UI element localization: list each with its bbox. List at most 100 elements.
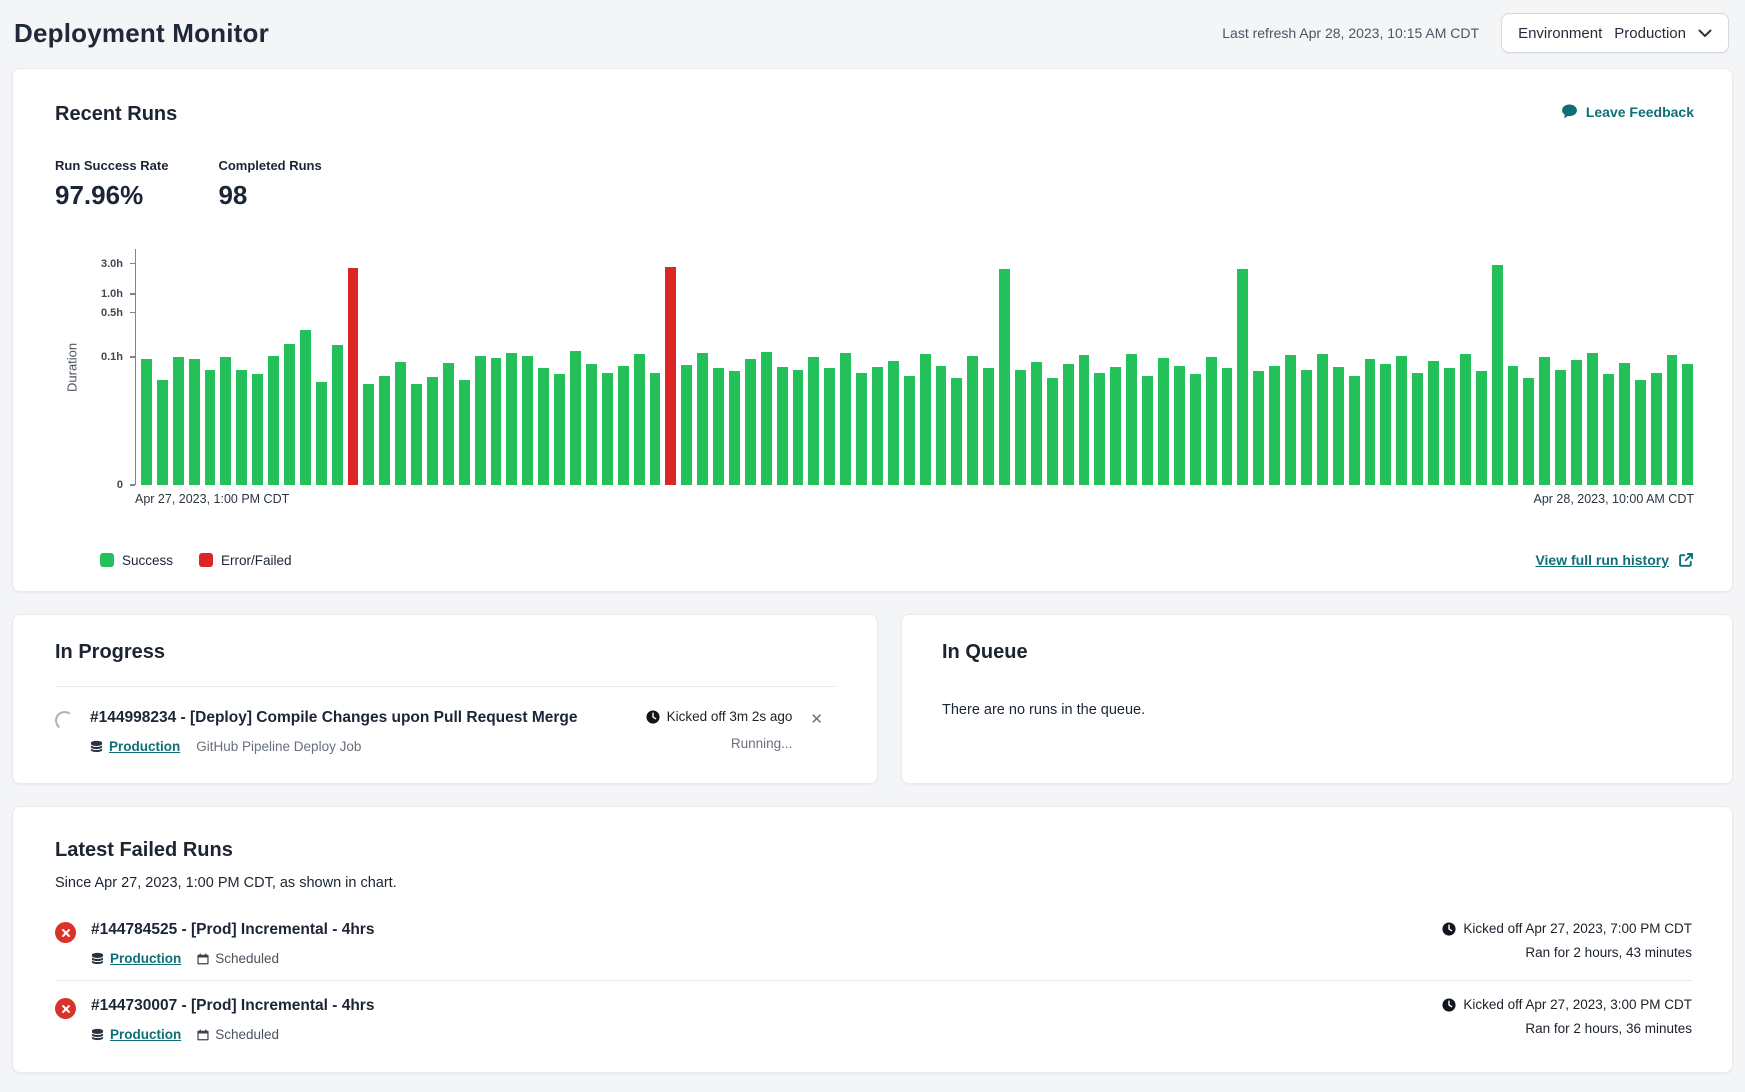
chart-bar-success[interactable] <box>1412 373 1423 485</box>
chart-bar-success[interactable] <box>1126 354 1137 485</box>
chart-bar-success[interactable] <box>1253 371 1264 485</box>
chart-bar-success[interactable] <box>1539 357 1550 485</box>
chart-bar-success[interactable] <box>427 377 438 485</box>
chart-bar-success[interactable] <box>1603 374 1614 485</box>
chart-bar-success[interactable] <box>1094 373 1105 485</box>
chart-bar-success[interactable] <box>1396 356 1407 485</box>
chart-bar-failed[interactable] <box>665 267 676 485</box>
chart-bar-success[interactable] <box>904 376 915 485</box>
chart-bar-success[interactable] <box>793 370 804 486</box>
chart-bar-success[interactable] <box>1651 373 1662 485</box>
chart-bar-success[interactable] <box>920 354 931 485</box>
chart-bar-success[interactable] <box>570 351 581 485</box>
chart-bar-success[interactable] <box>840 353 851 485</box>
chart-bar-success[interactable] <box>363 384 374 485</box>
chart-bar-success[interactable] <box>506 353 517 485</box>
chart-bar-success[interactable] <box>1682 364 1693 485</box>
chart-bar-success[interactable] <box>1444 368 1455 485</box>
chart-bar-success[interactable] <box>1349 376 1360 485</box>
chart-bar-success[interactable] <box>459 380 470 485</box>
chart-bar-success[interactable] <box>618 366 629 486</box>
chart-bar-success[interactable] <box>1667 355 1678 485</box>
chart-bar-success[interactable] <box>522 356 533 485</box>
chart-bar-success[interactable] <box>1365 359 1376 485</box>
chart-bar-success[interactable] <box>395 362 406 485</box>
environment-dropdown[interactable]: Environment Production <box>1501 13 1729 53</box>
chart-bar-success[interactable] <box>1380 364 1391 485</box>
environment-tag[interactable]: Production <box>91 951 181 966</box>
chart-bar-success[interactable] <box>729 371 740 485</box>
chart-bar-success[interactable] <box>856 373 867 485</box>
view-full-run-history-link[interactable]: View full run history <box>1535 552 1694 568</box>
environment-link[interactable]: Production <box>110 1027 181 1042</box>
chart-bar-success[interactable] <box>999 269 1010 485</box>
chart-bar-success[interactable] <box>538 368 549 485</box>
chart-bar-success[interactable] <box>268 356 279 485</box>
chart-bar-success[interactable] <box>888 361 899 485</box>
chart-bar-success[interactable] <box>1492 265 1503 485</box>
chart-bar-success[interactable] <box>1476 371 1487 485</box>
chart-bar-success[interactable] <box>872 367 883 485</box>
chart-bar-success[interactable] <box>1190 374 1201 485</box>
chart-bar-success[interactable] <box>1428 361 1439 485</box>
leave-feedback-link[interactable]: Leave Feedback <box>1561 103 1694 120</box>
chart-bar-success[interactable] <box>300 330 311 485</box>
chart-bar-success[interactable] <box>602 373 613 485</box>
chart-bar-success[interactable] <box>808 357 819 485</box>
chart-bar-success[interactable] <box>1222 368 1233 485</box>
chart-bar-success[interactable] <box>475 356 486 485</box>
chart-bar-success[interactable] <box>983 368 994 485</box>
chart-bar-success[interactable] <box>634 354 645 485</box>
chart-bar-success[interactable] <box>1110 367 1121 485</box>
chart-bar-success[interactable] <box>252 374 263 485</box>
chart-bar-success[interactable] <box>1555 370 1566 486</box>
chart-bar-success[interactable] <box>1333 367 1344 485</box>
environment-link[interactable]: Production <box>109 739 180 754</box>
chart-bar-success[interactable] <box>491 358 502 485</box>
chart-bar-success[interactable] <box>650 373 661 485</box>
chart-bar-success[interactable] <box>1063 364 1074 485</box>
chart-bar-failed[interactable] <box>348 268 359 485</box>
chart-bar-success[interactable] <box>1206 357 1217 485</box>
chart-bar-success[interactable] <box>205 370 216 485</box>
chart-bar-success[interactable] <box>1174 366 1185 486</box>
chart-bar-success[interactable] <box>697 353 708 485</box>
environment-tag[interactable]: Production <box>90 739 180 754</box>
chart-bar-success[interactable] <box>316 382 327 485</box>
chart-bar-success[interactable] <box>681 365 692 485</box>
chart-bar-success[interactable] <box>1015 370 1026 486</box>
chart-bar-success[interactable] <box>1460 354 1471 485</box>
chart-bar-success[interactable] <box>157 380 168 485</box>
chart-bar-success[interactable] <box>1635 380 1646 485</box>
environment-tag[interactable]: Production <box>91 1027 181 1042</box>
chart-bar-success[interactable] <box>777 367 788 485</box>
chart-bar-success[interactable] <box>951 378 962 485</box>
chart-bar-success[interactable] <box>761 352 772 485</box>
chart-bar-success[interactable] <box>1269 366 1280 486</box>
chart-bar-success[interactable] <box>1237 269 1248 485</box>
chart-bar-success[interactable] <box>1047 378 1058 485</box>
chart-bar-success[interactable] <box>967 356 978 485</box>
chart-bar-success[interactable] <box>411 384 422 485</box>
chart-bar-success[interactable] <box>332 345 343 485</box>
chart-bar-success[interactable] <box>1571 360 1582 485</box>
chart-bar-success[interactable] <box>236 370 247 485</box>
chart-bar-success[interactable] <box>1508 366 1519 486</box>
chart-bar-success[interactable] <box>141 359 152 485</box>
chart-bar-success[interactable] <box>1285 355 1296 485</box>
chart-bar-success[interactable] <box>1317 354 1328 485</box>
chart-bar-success[interactable] <box>1301 370 1312 486</box>
chart-bar-success[interactable] <box>936 366 947 486</box>
chart-bar-success[interactable] <box>1142 376 1153 485</box>
chart-bar-success[interactable] <box>713 368 724 485</box>
chart-bar-success[interactable] <box>284 344 295 485</box>
close-icon[interactable]: ✕ <box>810 709 823 754</box>
chart-bar-success[interactable] <box>745 359 756 485</box>
chart-bar-success[interactable] <box>189 359 200 485</box>
chart-bar-success[interactable] <box>1523 378 1534 485</box>
chart-bar-success[interactable] <box>1587 353 1598 485</box>
chart-bar-success[interactable] <box>586 364 597 485</box>
chart-bar-success[interactable] <box>173 357 184 485</box>
chart-bar-success[interactable] <box>379 376 390 485</box>
chart-bar-success[interactable] <box>1031 362 1042 485</box>
